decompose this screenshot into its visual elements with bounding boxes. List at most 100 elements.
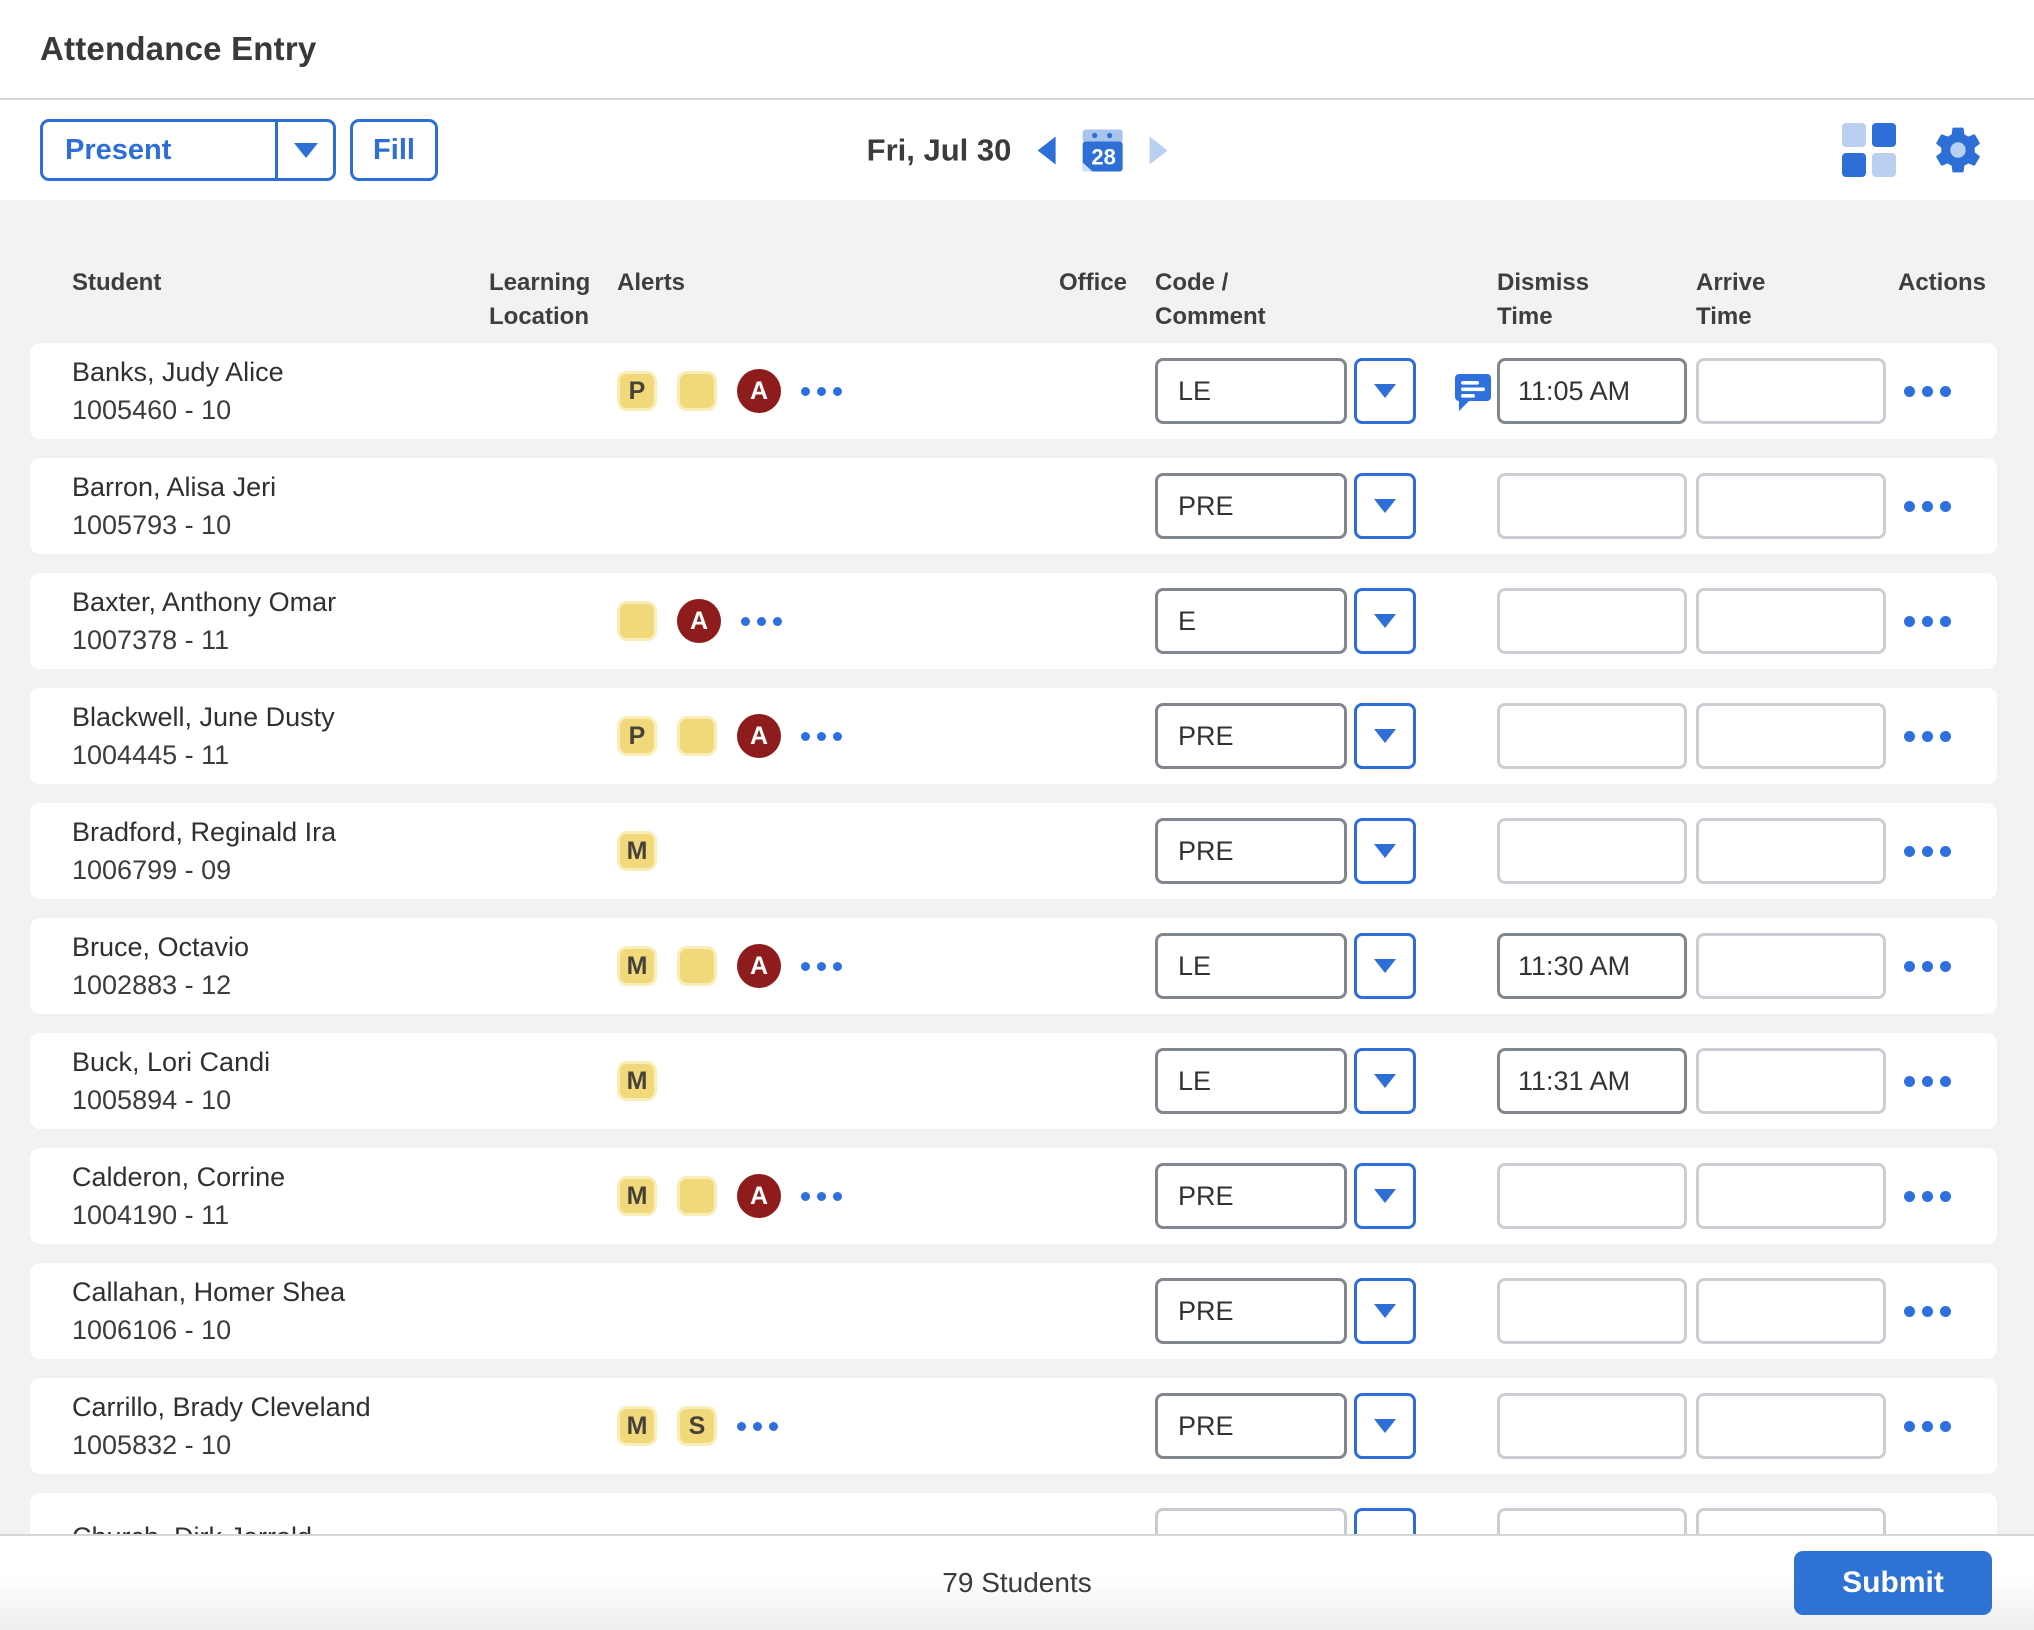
ellipsis-icon [1904,1306,1951,1317]
ellipsis-icon [801,732,842,741]
code-input[interactable] [1155,588,1347,654]
code-dropdown-button[interactable] [1354,1278,1416,1344]
arrive-time-input[interactable] [1696,358,1886,424]
dismiss-time-input[interactable] [1497,1278,1687,1344]
code-input[interactable] [1155,1048,1347,1114]
student-cell: Calderon, Corrine 1004190 - 11 [72,1162,489,1231]
alert-more-button[interactable] [801,387,842,396]
alert-badge-A[interactable]: A [677,599,721,643]
alert-badge-M[interactable]: M [617,1176,657,1216]
student-cell: Barron, Alisa Jeri 1005793 - 10 [72,472,489,541]
alert-more-button[interactable] [801,962,842,971]
row-actions-button[interactable] [1904,1421,1951,1432]
arrive-time-input[interactable] [1696,1393,1886,1459]
code-cell [1155,1278,1497,1344]
dismiss-time-input[interactable] [1497,933,1687,999]
alert-badge-M[interactable]: M [617,1406,657,1446]
arrive-time-input[interactable] [1696,473,1886,539]
alert-badge-P[interactable]: P [617,716,657,756]
code-dropdown-button[interactable] [1354,1163,1416,1229]
row-actions-button[interactable] [1904,961,1951,972]
code-input[interactable] [1155,1278,1347,1344]
row-actions-button[interactable] [1904,1306,1951,1317]
arrive-time-input[interactable] [1696,588,1886,654]
student-cell: Bruce, Octavio 1002883 - 12 [72,932,489,1001]
dismiss-time-input[interactable] [1497,358,1687,424]
alert-badge-blank[interactable] [677,371,717,411]
column-header-student: Student [72,266,489,334]
alert-more-button[interactable] [737,1422,778,1431]
layout-toggle-button[interactable] [1842,123,1896,177]
alerts-cell: PA [617,714,1059,758]
alert-badge-blank[interactable] [677,1176,717,1216]
code-dropdown-button[interactable] [1354,703,1416,769]
alert-badge-M[interactable]: M [617,946,657,986]
code-input[interactable] [1155,473,1347,539]
alert-badge-blank[interactable] [677,946,717,986]
present-button[interactable]: Present [43,122,275,178]
code-dropdown-button[interactable] [1354,1393,1416,1459]
arrive-time-input[interactable] [1696,818,1886,884]
dismiss-time-input[interactable] [1497,473,1687,539]
alert-badge-S[interactable]: S [677,1406,717,1446]
chevron-down-icon [1374,959,1396,973]
code-dropdown-button[interactable] [1354,588,1416,654]
settings-button[interactable] [1930,122,1986,178]
calendar-button[interactable]: 28 [1081,127,1123,174]
dismiss-time-input[interactable] [1497,588,1687,654]
alert-more-button[interactable] [801,732,842,741]
code-dropdown-button[interactable] [1354,1048,1416,1114]
arrive-time-input[interactable] [1696,1163,1886,1229]
ellipsis-icon [1904,731,1951,742]
code-dropdown-button[interactable] [1354,358,1416,424]
code-dropdown-button[interactable] [1354,473,1416,539]
previous-day-button[interactable] [1037,136,1055,164]
row-actions-button[interactable] [1904,1191,1951,1202]
code-input[interactable] [1155,818,1347,884]
row-actions-button[interactable] [1904,1076,1951,1087]
student-row: Bradford, Reginald Ira 1006799 - 09 M [30,803,1997,899]
dismiss-time-cell [1497,588,1696,654]
present-dropdown-button[interactable] [275,122,333,178]
code-input[interactable] [1155,1163,1347,1229]
arrive-time-input[interactable] [1696,1048,1886,1114]
row-actions-button[interactable] [1904,846,1951,857]
alert-badge-M[interactable]: M [617,831,657,871]
alert-more-button[interactable] [741,617,782,626]
arrive-time-input[interactable] [1696,703,1886,769]
toolbar-right [1842,122,1986,178]
row-actions-button[interactable] [1904,731,1951,742]
alert-badge-P[interactable]: P [617,371,657,411]
comment-button[interactable] [1452,370,1494,412]
row-actions-button[interactable] [1904,501,1951,512]
arrive-time-input[interactable] [1696,1278,1886,1344]
alert-badge-blank[interactable] [677,716,717,756]
code-input[interactable] [1155,703,1347,769]
dismiss-time-input[interactable] [1497,1163,1687,1229]
dismiss-time-input[interactable] [1497,1393,1687,1459]
alert-badge-A[interactable]: A [737,714,781,758]
next-day-button[interactable] [1149,136,1167,164]
arrive-time-input[interactable] [1696,933,1886,999]
chevron-down-icon [1374,1304,1396,1318]
code-input[interactable] [1155,1393,1347,1459]
alert-badge-A[interactable]: A [737,944,781,988]
alert-more-button[interactable] [801,1192,842,1201]
dismiss-time-input[interactable] [1497,1048,1687,1114]
code-input[interactable] [1155,358,1347,424]
dismiss-time-input[interactable] [1497,818,1687,884]
dismiss-time-input[interactable] [1497,703,1687,769]
alert-badge-blank[interactable] [617,601,657,641]
ellipsis-icon [1904,961,1951,972]
submit-button[interactable]: Submit [1794,1551,1992,1615]
alert-badge-A[interactable]: A [737,369,781,413]
fill-button[interactable]: Fill [350,119,438,181]
row-actions-button[interactable] [1904,616,1951,627]
student-row: Bruce, Octavio 1002883 - 12 M A [30,918,1997,1014]
row-actions-button[interactable] [1904,386,1951,397]
code-input[interactable] [1155,933,1347,999]
code-dropdown-button[interactable] [1354,933,1416,999]
alert-badge-A[interactable]: A [737,1174,781,1218]
alert-badge-M[interactable]: M [617,1061,657,1101]
code-dropdown-button[interactable] [1354,818,1416,884]
